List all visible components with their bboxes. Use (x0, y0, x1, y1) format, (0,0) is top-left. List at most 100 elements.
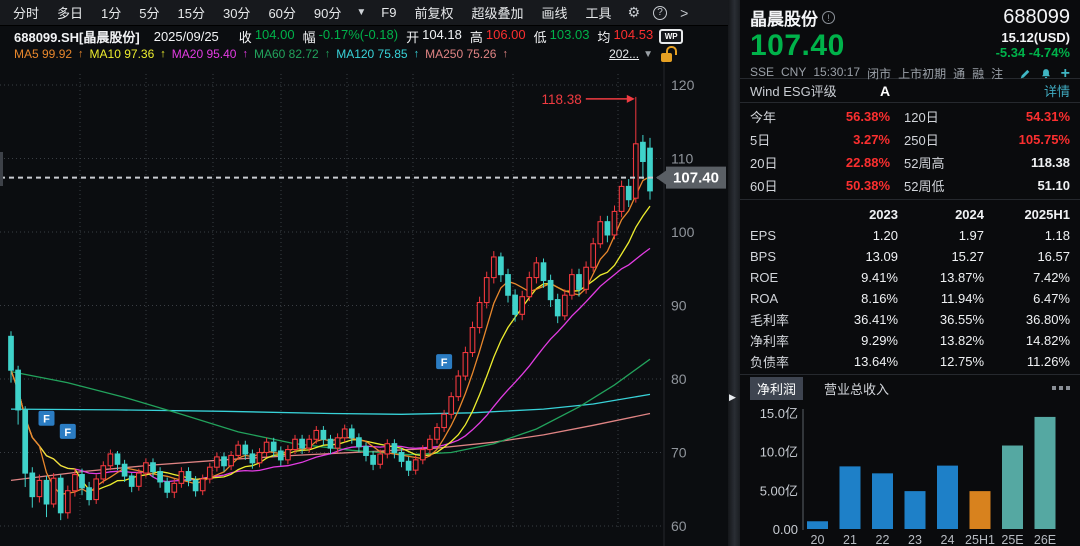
financials-row: BPS13.0915.2716.57 (750, 246, 1070, 267)
candle-body (612, 211, 617, 235)
candle-body (137, 473, 142, 486)
candle-body (371, 455, 376, 464)
period-tab-2[interactable]: 1分 (92, 3, 130, 22)
period-dropdown-icon[interactable]: ▼ (350, 7, 372, 18)
period-tab-5[interactable]: 30分 (214, 3, 259, 22)
perf-label: 52周高 (904, 153, 982, 172)
esg-rating: A (880, 83, 890, 99)
add-to-watchlist-icon[interactable]: + (1061, 68, 1070, 80)
candlestick-chart[interactable]: 12011010090807060FFF118.38107.40 (0, 62, 728, 546)
fin-value: 14.82% (984, 333, 1070, 348)
bell-icon[interactable] (1040, 68, 1052, 80)
candle-body (208, 467, 213, 479)
financials-table: 202320242025H1EPS1.201.971.18BPS13.0915.… (740, 200, 1080, 374)
field-label: 幅 (303, 27, 316, 46)
candle-body (392, 444, 397, 453)
chevron-down-icon[interactable]: ▼ (643, 49, 653, 60)
perf-label: 120日 (904, 107, 982, 126)
toolbar-overflow-chevron-icon[interactable]: > (673, 5, 695, 21)
perf-label: 250日 (904, 130, 982, 149)
period-tab-3[interactable]: 5分 (130, 3, 168, 22)
candle-body (541, 263, 546, 281)
bar-x-label: 22 (876, 533, 890, 546)
candle-body (286, 450, 291, 460)
ohlc-fields: 收104.00幅-0.17%(-0.18)开104.18高106.00低103.… (231, 27, 653, 46)
unlock-icon[interactable] (661, 47, 674, 62)
candle-body (87, 488, 92, 500)
field-label: 开 (406, 27, 419, 46)
fin-row-label: ROA (750, 291, 812, 306)
financials-row: ROA8.16%11.94%6.47% (750, 288, 1070, 309)
toolbar-action-1[interactable]: 超级叠加 (462, 3, 532, 22)
field-label: 高 (470, 27, 483, 46)
period-tab-7[interactable]: 90分 (305, 3, 350, 22)
candle-body (577, 275, 582, 290)
performance-row: 5日3.27%250日105.75% (750, 128, 1070, 151)
more-menu-icon[interactable] (1052, 386, 1070, 390)
candle-body (357, 438, 362, 447)
esg-row: Wind ESG评级 A 详情 (740, 79, 1080, 102)
candle-body (463, 353, 468, 377)
candle-body (314, 430, 319, 439)
candle-body (605, 222, 610, 235)
fin-row-label: BPS (750, 249, 812, 264)
candle-body (37, 480, 42, 496)
bar-y-tick: 15.0亿 (760, 406, 798, 421)
fin-row-label: 负债率 (750, 352, 812, 371)
candle-body (307, 439, 312, 448)
candle-body (264, 442, 269, 452)
fin-value: 13.82% (898, 333, 984, 348)
candle-body (570, 275, 575, 296)
mini-chart-tab-1[interactable]: 营业总收入 (817, 377, 896, 400)
period-tab-1[interactable]: 多日 (48, 3, 92, 22)
candle-body (279, 451, 284, 460)
candle-body (648, 148, 653, 191)
perf-label: 60日 (750, 176, 808, 195)
bar-22 (872, 474, 893, 530)
kline-pane: 分时多日1分5分15分30分60分90分 ▼ F9 前复权超级叠加画线工具 ⚙ … (0, 0, 728, 546)
panel-splitter[interactable]: ▶ (728, 0, 740, 546)
pencil-icon[interactable] (1019, 68, 1031, 80)
esg-detail-link[interactable]: 详情 (1044, 81, 1070, 100)
candle-body (23, 410, 28, 473)
fin-value: 1.18 (984, 228, 1070, 243)
candle-body (229, 455, 234, 465)
left-panel-handle[interactable] (0, 152, 3, 186)
toolbar-action-0[interactable]: 前复权 (405, 3, 462, 22)
ma-line (11, 394, 650, 414)
candle-body (9, 336, 14, 370)
toolbar-action-3[interactable]: 工具 (577, 3, 621, 22)
perf-label: 20日 (750, 153, 808, 172)
period-tab-4[interactable]: 15分 (169, 3, 214, 22)
fin-value: 16.57 (984, 249, 1070, 264)
candle-body (449, 397, 454, 415)
fin-value: 13.64% (812, 354, 898, 369)
f9-button[interactable]: F9 (372, 5, 405, 20)
bar-23 (905, 491, 926, 529)
candle-body (30, 473, 35, 497)
info-icon[interactable]: ! (822, 11, 835, 24)
period-tab-0[interactable]: 分时 (4, 3, 48, 22)
financials-row: 负债率13.64%12.75%11.26% (750, 351, 1070, 372)
trend-up-arrow-icon: ↑ (502, 48, 508, 60)
help-icon[interactable]: ? (653, 6, 667, 20)
symbol-label[interactable]: 688099.SH[晶晨股份] (14, 27, 140, 46)
mini-chart-tab-0[interactable]: 净利润 (750, 377, 803, 400)
period-tab-6[interactable]: 60分 (259, 3, 304, 22)
y-axis-tick: 80 (671, 371, 687, 387)
candle-body (158, 472, 163, 482)
collapse-arrow-icon[interactable]: ▶ (729, 392, 736, 403)
fin-value: 11.26% (984, 354, 1070, 369)
perf-label: 52周低 (904, 176, 982, 195)
date-range-dropdown[interactable]: 202... (609, 47, 639, 61)
event-flag-label: F (441, 357, 448, 369)
candle-body (428, 439, 433, 449)
fin-row-label: 净利率 (750, 331, 812, 350)
gear-icon[interactable]: ⚙ (621, 4, 648, 21)
event-flag-label: F (43, 414, 50, 426)
candle-body (94, 479, 99, 500)
wp-monitor-icon[interactable]: WP (659, 29, 683, 44)
fin-row-label: 毛利率 (750, 310, 812, 329)
toolbar-action-2[interactable]: 画线 (532, 3, 576, 22)
financials-header-row: 202320242025H1 (750, 203, 1070, 225)
